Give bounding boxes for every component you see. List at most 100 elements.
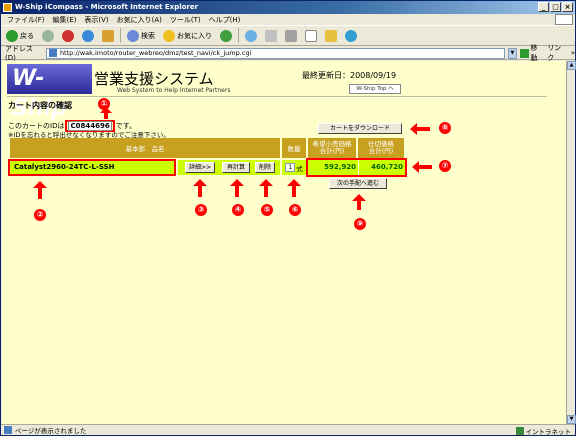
- arrow-up-icon: [193, 179, 207, 197]
- edit-icon: [305, 29, 317, 42]
- system-subtitle: Web System to Help Internet Partners: [117, 87, 231, 94]
- arrow-up-icon: [287, 179, 301, 197]
- window-title: W-Ship iCompass - Microsoft Internet Exp…: [15, 3, 199, 11]
- system-title: 営業支援システム: [94, 70, 214, 88]
- messenger-button[interactable]: [343, 28, 359, 44]
- top-link-button[interactable]: W-Ship Top へ: [349, 84, 401, 94]
- annotation-4: ④: [232, 204, 244, 216]
- arrow-left-icon: [410, 123, 430, 135]
- product-column-header: 基本部 品名: [10, 138, 280, 158]
- address-label: アドレス(D): [5, 45, 33, 62]
- forward-button[interactable]: [40, 28, 56, 44]
- messenger-icon: [345, 29, 357, 42]
- edit-button[interactable]: [303, 28, 319, 44]
- close-button[interactable]: ×: [562, 2, 573, 12]
- annotation-7: ⑦: [439, 160, 451, 172]
- menu-help[interactable]: ヘルプ(H): [209, 15, 241, 25]
- back-label: 戻る: [20, 31, 34, 40]
- menu-tools[interactable]: ツール(T): [170, 15, 201, 25]
- minimize-button[interactable]: _: [538, 2, 549, 12]
- quantity-column-header: 数量: [282, 138, 306, 158]
- address-dropdown-icon[interactable]: ▼: [507, 47, 517, 59]
- mail-button[interactable]: [263, 28, 279, 44]
- quantity-cell: 1 式: [282, 160, 306, 175]
- arrow-up-icon: [230, 179, 244, 197]
- menu-view[interactable]: 表示(V): [84, 15, 108, 25]
- ie-icon: [3, 3, 12, 12]
- list-price-header-line2: 合計(円): [319, 147, 345, 155]
- home-button[interactable]: [100, 28, 116, 44]
- back-button[interactable]: 戻る: [4, 28, 36, 44]
- net-price-header-line2: 合計(円): [368, 147, 394, 155]
- arrow-up-icon: [352, 194, 366, 210]
- page-viewport: W-Ship 営業支援システム Web System to Help Inter…: [2, 61, 566, 424]
- arrow-up-icon: [33, 181, 47, 199]
- address-url: http://wak.imoto/router_webreo/dmz/test_…: [59, 49, 252, 57]
- history-button[interactable]: [243, 28, 259, 44]
- arrow-left-icon: [412, 161, 432, 173]
- status-bar: ページが表示されました イントラネット: [1, 424, 575, 436]
- zone-label: イントラネット: [525, 428, 572, 436]
- arrow-up-icon: [259, 179, 273, 197]
- scroll-down-icon[interactable]: ▼: [567, 415, 576, 424]
- menu-file[interactable]: ファイル(F): [7, 15, 45, 25]
- maximize-button[interactable]: □: [550, 2, 561, 12]
- favorites-label: お気に入り: [177, 31, 212, 40]
- go-button[interactable]: 移動: [519, 43, 544, 63]
- price-divider: [358, 160, 359, 175]
- annotation-8: ⑧: [439, 122, 451, 134]
- media-button[interactable]: [218, 28, 234, 44]
- quantity-input[interactable]: 1: [285, 163, 296, 172]
- detail-button[interactable]: 詳細>>: [185, 162, 215, 173]
- product-name: Catalyst2960-24TC-L-SSH: [8, 159, 176, 176]
- links-label[interactable]: リンク: [547, 43, 568, 63]
- go-label: 移動: [530, 44, 538, 62]
- list-price-column-header: 希望小売価格 合計(円): [308, 138, 356, 158]
- header-divider: [7, 96, 547, 97]
- links-chevron-icon[interactable]: »: [571, 49, 575, 57]
- folder-icon: [325, 29, 337, 42]
- vertical-scrollbar[interactable]: ▲ ▼: [566, 61, 576, 424]
- print-button[interactable]: [283, 28, 299, 44]
- search-button[interactable]: 検索: [125, 28, 157, 44]
- menu-favorites[interactable]: お気に入り(A): [117, 15, 162, 25]
- list-price-total: 592,920: [324, 163, 356, 171]
- intranet-icon: [515, 427, 524, 435]
- menu-bar: ファイル(F) 編集(E) 表示(V) お気に入り(A) ツール(T) ヘルプ(…: [1, 14, 575, 25]
- menu-edit[interactable]: 編集(E): [53, 15, 77, 25]
- w-ship-logo: W-Ship: [7, 64, 92, 121]
- annotation-9: ⑨: [354, 218, 366, 230]
- stop-button[interactable]: [60, 28, 76, 44]
- address-input[interactable]: http://wak.imoto/router_webreo/dmz/test_…: [45, 47, 505, 59]
- toolbar: 戻る 検索 お気に入り: [1, 25, 575, 46]
- refresh-button[interactable]: [80, 28, 96, 44]
- download-cart-button[interactable]: カートをダウンロード: [318, 123, 402, 134]
- net-price-column-header: 仕切価格 合計(円): [358, 138, 404, 158]
- next-step-button[interactable]: 次の手配へ進む: [329, 178, 387, 189]
- toolbar-separator: [238, 28, 239, 43]
- stop-icon: [62, 29, 74, 42]
- quantity-unit: 式: [296, 164, 303, 173]
- page-done-icon: [4, 426, 12, 434]
- refresh-icon: [82, 29, 94, 42]
- annotation-2: ②: [34, 209, 46, 221]
- browser-window: W-Ship iCompass - Microsoft Internet Exp…: [0, 0, 576, 436]
- delete-button[interactable]: 削除: [255, 162, 275, 173]
- scroll-up-icon[interactable]: ▲: [567, 61, 576, 70]
- media-icon: [220, 29, 232, 42]
- windows-logo-icon: [555, 14, 573, 25]
- page-icon: [48, 49, 57, 57]
- last-updated: 最終更新日：2008/09/19: [302, 71, 397, 80]
- back-arrow-icon: [6, 29, 18, 42]
- recalculate-button[interactable]: 再計算: [222, 162, 250, 173]
- forward-arrow-icon: [42, 29, 54, 42]
- toolbar-separator: [120, 28, 121, 43]
- home-icon: [102, 29, 114, 42]
- net-price-total: 460,720: [371, 163, 403, 171]
- favorites-button[interactable]: お気に入り: [161, 28, 214, 44]
- title-bar: W-Ship iCompass - Microsoft Internet Exp…: [1, 1, 575, 14]
- search-icon: [127, 29, 139, 42]
- print-icon: [285, 29, 297, 42]
- star-icon: [163, 29, 175, 42]
- folder-button[interactable]: [323, 28, 339, 44]
